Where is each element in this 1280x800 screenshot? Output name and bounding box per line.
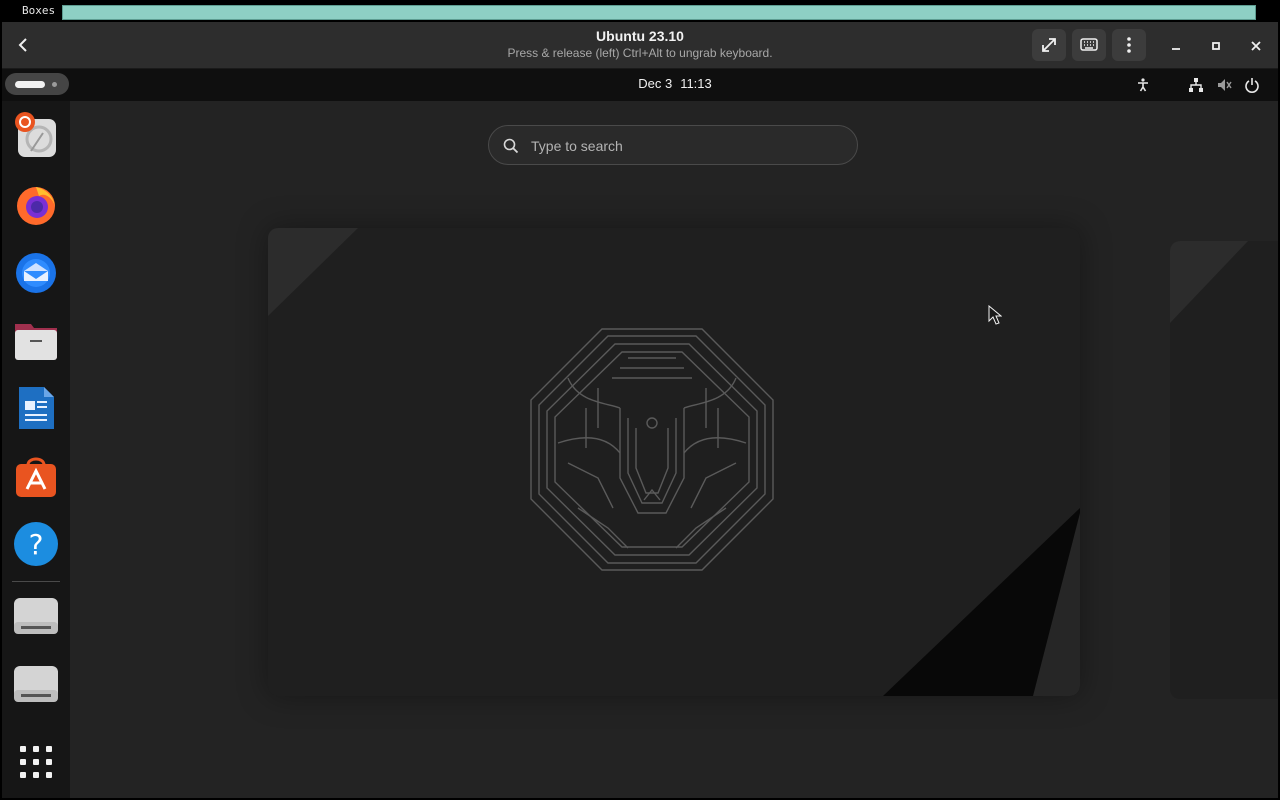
thunderbird-icon [16,253,56,293]
dock-item-drive-1[interactable] [11,591,61,641]
host-titlebar: Boxes [0,0,1280,22]
header-title-area: Ubuntu 23.10 Press & release (left) Ctrl… [402,28,878,60]
search-input[interactable] [529,134,833,158]
workspace-thumbnail-1[interactable] [268,228,1080,696]
overview-search[interactable] [488,125,858,165]
power-icon[interactable] [1244,77,1260,93]
vm-title: Ubuntu 23.10 [596,28,684,44]
network-icon[interactable] [1188,77,1204,93]
boxes-header: Ubuntu 23.10 Press & release (left) Ctrl… [2,22,1278,69]
files-icon [15,324,57,360]
dock-item-firefox[interactable] [11,179,61,229]
mantic-minotaur-emblem [530,328,774,571]
dock-item-drive-2[interactable] [11,659,61,709]
clock-date: Dec 3 [638,76,673,91]
show-apps-button[interactable] [11,737,61,787]
menu-icon [1127,37,1131,53]
activities-button[interactable] [5,73,69,95]
gnome-top-bar: Dec 3 11:13 [2,69,1278,101]
svg-text:?: ? [29,528,44,561]
menu-button[interactable] [1112,29,1146,61]
maximize-icon [1212,42,1220,50]
fullscreen-icon [1042,38,1056,52]
drive-icon [14,666,58,702]
app-center-icon [16,457,56,497]
close-button[interactable] [1246,36,1266,56]
workspace-indicator-dot [52,82,57,87]
firefox-icon [17,187,55,225]
help-icon: ? [14,522,58,566]
keyboard-icon [1080,38,1098,51]
maximize-button[interactable] [1206,36,1226,56]
dock-item-help[interactable]: ? [11,519,61,569]
workspace-indicator-active [15,81,45,88]
back-button[interactable] [7,29,41,61]
drive-icon [14,598,58,634]
close-icon [1251,41,1261,51]
clock-time: 11:13 [680,76,712,91]
keyboard-button[interactable] [1072,29,1106,61]
dock: ? [2,101,70,798]
workspace-thumbnail-2[interactable] [1170,241,1278,699]
back-icon [18,38,27,52]
host-titlebar-stripe[interactable] [62,5,1256,20]
dock-item-writer[interactable] [11,383,61,433]
workspace-2-wallpaper [1170,241,1248,323]
dock-item-installer[interactable] [11,110,61,160]
volume-muted-icon[interactable] [1216,77,1232,93]
search-icon [503,138,519,154]
vm-display[interactable]: Dec 3 11:13 ? Type to search [2,69,1278,798]
mouse-pointer [988,305,1002,325]
workspace-wallpaper [268,228,1080,696]
dock-separator [12,581,60,582]
dock-item-thunderbird[interactable] [11,247,61,297]
fullscreen-button[interactable] [1032,29,1066,61]
minimize-icon [1172,48,1180,50]
minimize-button[interactable] [1166,36,1186,56]
dock-item-app-center[interactable] [11,451,61,501]
ungrab-hint: Press & release (left) Ctrl+Alt to ungra… [507,46,773,60]
host-window-title: Boxes [22,4,56,17]
dock-item-files[interactable] [11,315,61,365]
app-grid-icon [20,746,52,778]
writer-icon [19,387,54,429]
ubuntu-installer-icon [15,112,56,157]
clock-button[interactable]: Dec 3 11:13 [602,76,748,91]
accessibility-icon[interactable] [1135,77,1151,93]
